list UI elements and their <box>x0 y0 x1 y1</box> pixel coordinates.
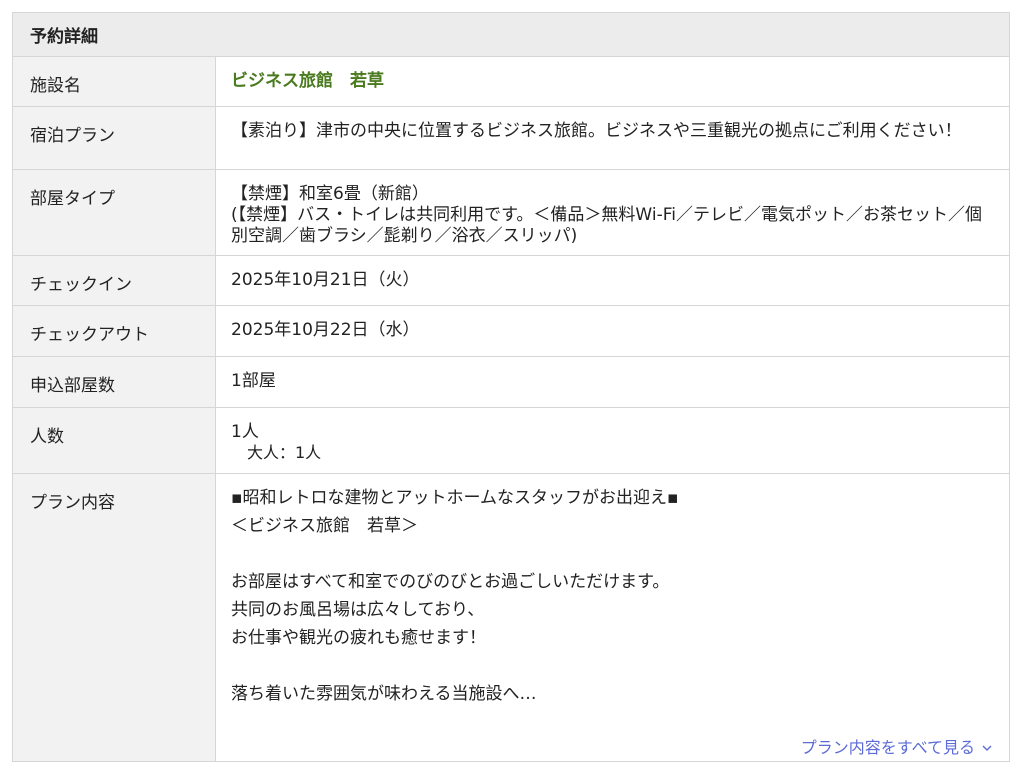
checkout-date: 2025年10月22日（水） <box>231 320 420 340</box>
show-full-plan-label: プラン内容をすべて見る <box>800 738 975 757</box>
label-facility: 施設名 <box>13 57 216 106</box>
guest-breakdown: 大人：1人 <box>247 443 322 462</box>
label-room-count: 申込部屋数 <box>13 357 216 407</box>
plan-content-body: ▪昭和レトロな建物とアットホームなスタッフがお出迎え▪ ＜ビジネス旅館 若草＞ … <box>216 474 1009 761</box>
label-checkin: チェックイン <box>13 256 216 305</box>
content-line: 共同のお風呂場は広々しており、 <box>231 600 485 620</box>
content-line: ＜ビジネス旅館 若草＞ <box>231 516 418 536</box>
row-plan: 宿泊プラン 【素泊り】津市の中央に位置するビジネス旅館。ビジネスや三重観光の拠点… <box>13 107 1009 170</box>
plan-value: 【素泊り】津市の中央に位置するビジネス旅館。ビジネスや三重観光の拠点にご利用くだ… <box>231 121 962 141</box>
guest-count: 1人 <box>231 422 259 442</box>
row-checkout: チェックアウト 2025年10月22日（水） <box>13 306 1009 357</box>
row-checkin: チェックイン 2025年10月21日（火） <box>13 256 1009 306</box>
label-room-type: 部屋タイプ <box>13 170 216 255</box>
content-line: お仕事や観光の疲れも癒せます！ <box>231 628 486 648</box>
label-plan: 宿泊プラン <box>13 107 216 169</box>
room-count: 1部屋 <box>231 371 276 391</box>
row-facility: 施設名 ビジネス旅館 若草 <box>13 57 1009 107</box>
label-plan-content: プラン内容 <box>13 474 216 761</box>
room-type-name: 【禁煙】和室6畳（新館） <box>231 184 429 204</box>
facility-name: ビジネス旅館 若草 <box>231 71 384 91</box>
content-line: お部屋はすべて和室でのびのびとお過ごしいただけます。 <box>231 572 670 592</box>
row-room-count: 申込部屋数 1部屋 <box>13 357 1009 408</box>
room-type-amenities: (【禁煙】バス・トイレは共同利用です。＜備品＞無料Wi-Fi／テレビ／電気ポット… <box>231 205 982 246</box>
reservation-details-panel: 予約詳細 施設名 ビジネス旅館 若草 宿泊プラン 【素泊り】津市の中央に位置する… <box>12 12 1010 762</box>
row-room-type: 部屋タイプ 【禁煙】和室6畳（新館） (【禁煙】バス・トイレは共同利用です。＜備… <box>13 170 1009 256</box>
show-full-plan-link[interactable]: プラン内容をすべて見る <box>801 737 993 758</box>
panel-title: 予約詳細 <box>13 13 1009 57</box>
row-guests: 人数 1人 大人：1人 <box>13 408 1009 474</box>
checkin-date: 2025年10月21日（火） <box>231 270 420 290</box>
row-plan-content: プラン内容 ▪昭和レトロな建物とアットホームなスタッフがお出迎え▪ ＜ビジネス旅… <box>13 474 1009 761</box>
content-line: ▪昭和レトロな建物とアットホームなスタッフがお出迎え▪ <box>231 488 679 508</box>
chevron-down-icon <box>982 745 992 751</box>
label-checkout: チェックアウト <box>13 306 216 356</box>
content-line: 落ち着いた雰囲気が味わえる当施設へ… <box>231 684 537 704</box>
label-guests: 人数 <box>13 408 216 473</box>
